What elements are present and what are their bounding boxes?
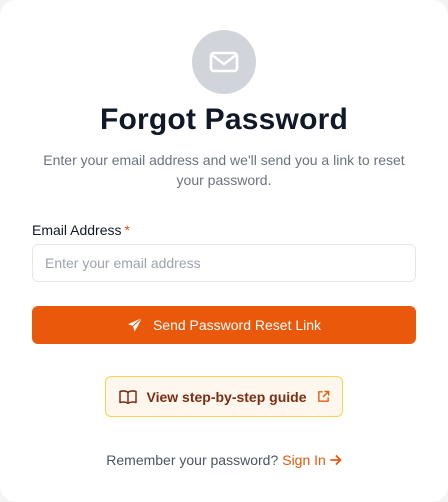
signin-prompt-text: Remember your password? (106, 452, 279, 468)
envelope-icon-badge (192, 30, 256, 94)
view-guide-label: View step-by-step guide (146, 388, 307, 405)
send-reset-link-label: Send Password Reset Link (152, 317, 322, 333)
page-title: Forgot Password (99, 103, 349, 136)
email-label: Email Address * (32, 222, 130, 238)
forgot-password-card: Forgot Password Enter your email address… (0, 0, 448, 502)
email-label-text: Email Address (32, 222, 122, 238)
page-subtitle: Enter your email address and we'll send … (43, 152, 405, 188)
arrow-right-icon (329, 455, 342, 465)
signin-link-label: Sign In (282, 452, 326, 468)
book-icon (118, 389, 137, 404)
required-asterisk: * (124, 222, 130, 238)
signin-prompt: Remember your password? Sign In (0, 452, 448, 468)
send-reset-link-button[interactable]: Send Password Reset Link (32, 306, 416, 344)
signin-link[interactable]: Sign In (282, 452, 342, 468)
email-input[interactable] (32, 244, 416, 282)
view-guide-button[interactable]: View step-by-step guide (105, 376, 343, 417)
external-link-icon (317, 390, 329, 402)
paper-plane-icon (127, 317, 143, 332)
envelope-icon (209, 51, 239, 73)
